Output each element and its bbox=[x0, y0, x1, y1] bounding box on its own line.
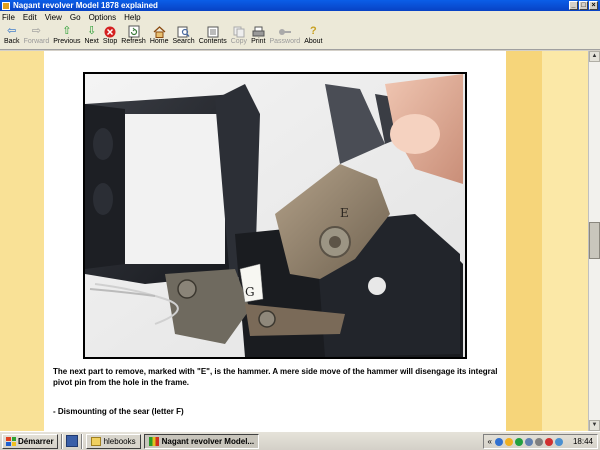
windows-logo-icon bbox=[6, 436, 16, 446]
menu-help[interactable]: Help bbox=[124, 13, 140, 22]
update-icon[interactable] bbox=[504, 437, 513, 446]
revolver-photo: E G bbox=[83, 72, 467, 359]
home-button[interactable]: Home bbox=[150, 23, 169, 45]
window-title: Nagant revolver Model 1878 explained bbox=[13, 1, 158, 10]
section-subheading: - Dismounting of the sear (letter F) bbox=[53, 407, 184, 416]
title-bar: Nagant revolver Model 1878 explained _ □… bbox=[0, 0, 600, 11]
app-icon bbox=[2, 1, 10, 10]
previous-button[interactable]: ⇧ Previous bbox=[53, 23, 80, 46]
right-margin-band bbox=[506, 51, 542, 431]
refresh-icon bbox=[127, 25, 141, 38]
forward-button[interactable]: ⇨ Forward bbox=[24, 23, 50, 46]
contents-button[interactable]: Contents bbox=[199, 23, 227, 45]
scroll-down-icon[interactable]: ▼ bbox=[589, 420, 600, 431]
quick-launch-icon[interactable] bbox=[65, 435, 78, 447]
tray-expand-button[interactable]: « bbox=[488, 437, 492, 446]
print-button[interactable]: Print bbox=[251, 23, 265, 45]
menu-file[interactable]: File bbox=[2, 13, 15, 22]
menu-bar: File Edit View Go Options Help bbox=[0, 11, 600, 23]
help-book-icon bbox=[148, 436, 159, 446]
folder-icon bbox=[90, 436, 101, 446]
about-button[interactable]: ? About bbox=[304, 23, 322, 46]
hammer-mark-label: E bbox=[340, 206, 349, 220]
taskbar-separator bbox=[60, 433, 63, 449]
content-area: E G The next part to remove, marked with… bbox=[0, 51, 588, 431]
window-controls: _ □ × bbox=[569, 1, 598, 10]
antivirus-icon[interactable] bbox=[514, 437, 523, 446]
stop-button[interactable]: Stop bbox=[103, 23, 117, 45]
search-icon bbox=[177, 25, 191, 38]
minimize-button[interactable]: _ bbox=[569, 1, 578, 10]
print-icon bbox=[251, 25, 265, 38]
taskbar-separator bbox=[80, 433, 83, 449]
page-body: E G The next part to remove, marked with… bbox=[44, 51, 506, 431]
task-hlebooks[interactable]: hlebooks bbox=[85, 433, 141, 449]
taskbar: Démarrer hlebooks Nagant revolver Model.… bbox=[0, 431, 600, 450]
network-icon[interactable] bbox=[494, 437, 503, 446]
home-icon bbox=[152, 25, 166, 38]
task-nagant-revolver[interactable]: Nagant revolver Model... bbox=[143, 433, 260, 449]
refresh-button[interactable]: Refresh bbox=[121, 23, 146, 45]
security-icon[interactable] bbox=[544, 437, 553, 446]
copy-button[interactable]: Copy bbox=[231, 23, 247, 45]
menu-options[interactable]: Options bbox=[89, 13, 117, 22]
about-icon: ? bbox=[309, 25, 317, 37]
menu-view[interactable]: View bbox=[45, 13, 62, 22]
contents-icon bbox=[206, 25, 220, 38]
stop-icon bbox=[103, 25, 117, 38]
vertical-scrollbar[interactable]: ▲ ▼ bbox=[588, 51, 600, 431]
menu-edit[interactable]: Edit bbox=[23, 13, 37, 22]
password-button[interactable]: Password bbox=[269, 23, 300, 45]
copy-icon bbox=[232, 25, 246, 38]
system-tray: « 18:44 bbox=[482, 434, 598, 449]
forward-arrow-icon: ⇨ bbox=[31, 25, 42, 37]
scroll-thumb[interactable] bbox=[589, 222, 600, 259]
right-outer-band bbox=[542, 51, 588, 431]
scroll-up-icon[interactable]: ▲ bbox=[589, 51, 600, 62]
close-button[interactable]: × bbox=[589, 1, 598, 10]
next-button[interactable]: ⇩ Next bbox=[84, 23, 98, 46]
back-button[interactable]: ⇦ Back bbox=[4, 23, 20, 46]
up-arrow-icon: ⇧ bbox=[62, 25, 72, 37]
left-margin-band bbox=[0, 51, 44, 431]
back-arrow-icon: ⇦ bbox=[7, 25, 17, 37]
maximize-button[interactable]: □ bbox=[579, 1, 588, 10]
body-paragraph: The next part to remove, marked with "E"… bbox=[53, 367, 498, 387]
sear-mark-label: G bbox=[245, 285, 255, 299]
tray-app-icon[interactable] bbox=[554, 437, 563, 446]
down-arrow-icon: ⇩ bbox=[87, 25, 97, 37]
clock: 18:44 bbox=[572, 437, 593, 446]
search-button[interactable]: Search bbox=[173, 23, 195, 45]
toolbar: ⇦ Back ⇨ Forward ⇧ Previous ⇩ Next Stop … bbox=[0, 23, 600, 50]
volume-icon[interactable] bbox=[534, 437, 543, 446]
display-icon[interactable] bbox=[524, 437, 533, 446]
menu-go[interactable]: Go bbox=[70, 13, 81, 22]
start-button[interactable]: Démarrer bbox=[2, 433, 58, 449]
key-icon bbox=[278, 25, 292, 38]
